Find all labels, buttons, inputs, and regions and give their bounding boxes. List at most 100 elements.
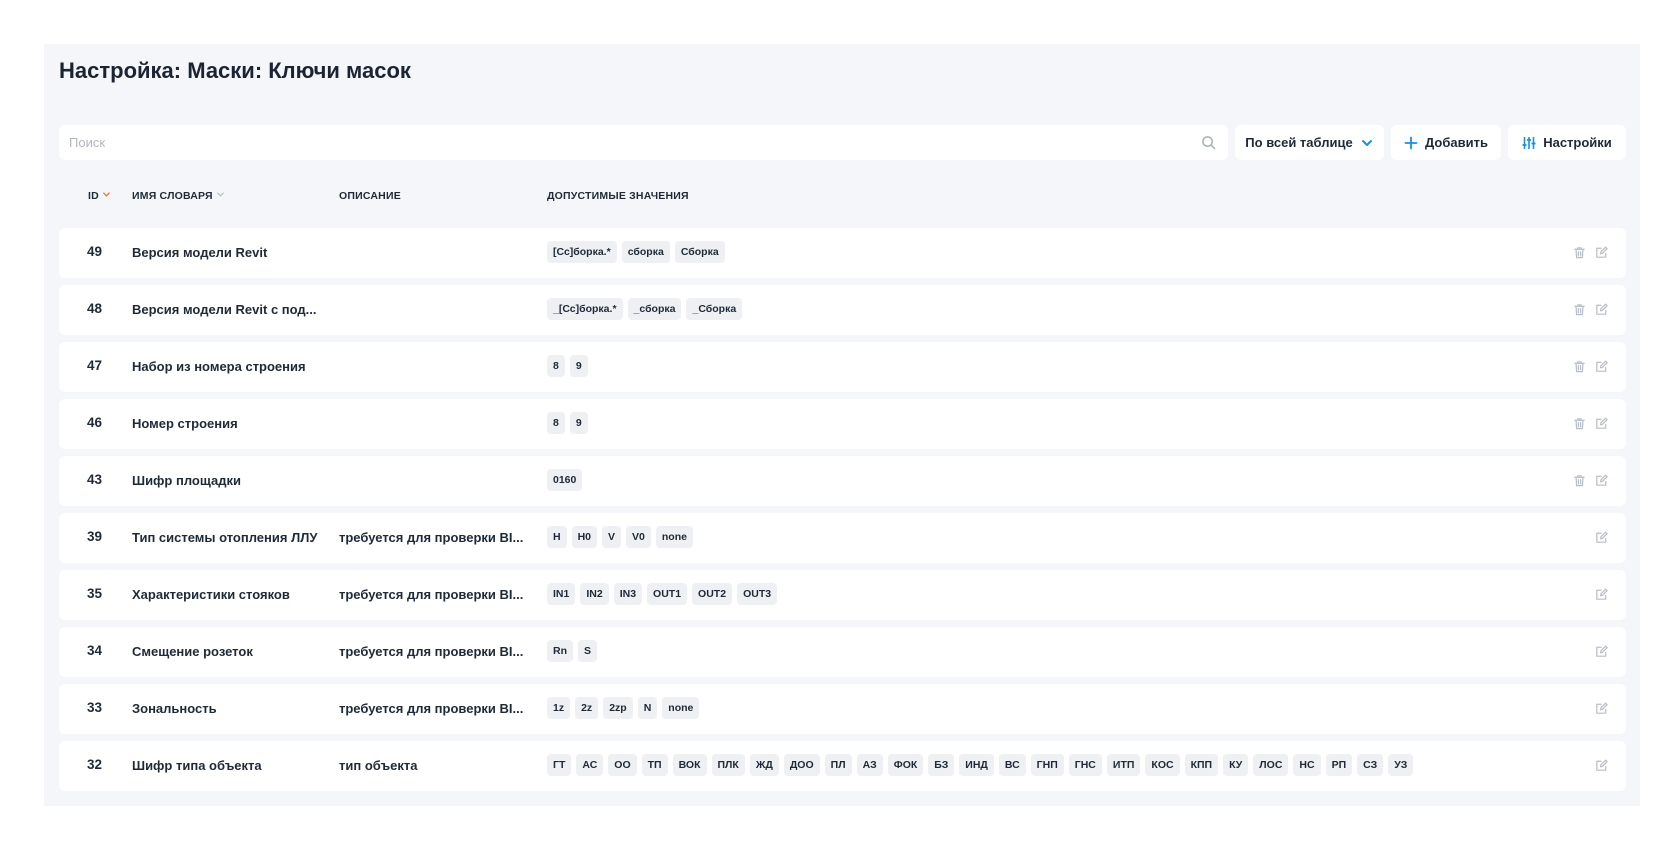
edit-icon[interactable] bbox=[1594, 644, 1610, 660]
edit-icon[interactable] bbox=[1594, 701, 1610, 717]
value-tag: IN2 bbox=[580, 583, 609, 605]
sort-desc-icon[interactable] bbox=[102, 190, 111, 202]
edit-icon[interactable] bbox=[1594, 359, 1610, 375]
table-row[interactable]: 48 Версия модели Revit с под... _[Сс]борка… bbox=[59, 285, 1626, 335]
table-row[interactable]: 43 Шифр площадки 0160 bbox=[59, 456, 1626, 506]
table-row[interactable]: 46 Номер строения 8 9 bbox=[59, 399, 1626, 449]
settings-button[interactable]: Настройки bbox=[1508, 125, 1626, 160]
table-row[interactable]: 34 Смещение розеток требуется для проверки… bbox=[59, 627, 1626, 677]
scope-dropdown[interactable]: По всей таблице bbox=[1235, 125, 1384, 160]
value-tag: ВОК bbox=[672, 754, 707, 776]
row-description: требуется для проверки BI... bbox=[339, 701, 524, 716]
value-tag: РП bbox=[1325, 754, 1353, 776]
value-tag: _сборка bbox=[627, 298, 682, 320]
value-tag: 8 bbox=[547, 355, 565, 377]
value-tag: сборка bbox=[621, 241, 670, 263]
value-tag: [Сс]борка.* bbox=[547, 241, 617, 263]
column-header-description: ОПИСАНИЕ bbox=[339, 190, 401, 202]
row-description: требуется для проверки BI... bbox=[339, 587, 524, 602]
scope-dropdown-label: По всей таблице bbox=[1245, 135, 1353, 150]
row-actions bbox=[1572, 416, 1610, 432]
edit-icon[interactable] bbox=[1594, 473, 1610, 489]
value-tag: 0160 bbox=[547, 469, 583, 491]
row-allowed-values: 89 bbox=[547, 412, 588, 434]
value-tag: 2z bbox=[575, 697, 599, 719]
row-id: 49 bbox=[87, 244, 103, 259]
value-tag: КОС bbox=[1145, 754, 1180, 776]
value-tag: КПП bbox=[1184, 754, 1219, 776]
row-allowed-values: [Сс]борка.* сборка Сборка bbox=[547, 241, 725, 263]
table-row[interactable]: 39 Тип системы отопления ЛЛУ требуется для… bbox=[59, 513, 1626, 563]
row-dictionary-name: Смещение розеток bbox=[132, 644, 253, 659]
trash-icon[interactable] bbox=[1572, 302, 1588, 318]
row-actions bbox=[1572, 359, 1610, 375]
row-id: 33 bbox=[87, 700, 103, 715]
edit-icon[interactable] bbox=[1594, 416, 1610, 432]
sort-icon[interactable] bbox=[216, 190, 225, 202]
value-tag: ИНД bbox=[959, 754, 994, 776]
value-tag: ГНП bbox=[1030, 754, 1064, 776]
value-tag: N bbox=[637, 697, 658, 719]
row-allowed-values: IN1 IN2 IN3 OUT1 OUT2 OUT3 bbox=[547, 583, 778, 605]
value-tag: S bbox=[578, 640, 598, 662]
table-body: 49 Версия модели Revit [Сс]борка.* сборка Сб… bbox=[59, 228, 1626, 798]
edit-icon[interactable] bbox=[1594, 587, 1610, 603]
row-dictionary-name: Набор из номера строения bbox=[132, 359, 306, 374]
table-row[interactable]: 47 Набор из номера строения 8 9 bbox=[59, 342, 1626, 392]
plus-icon bbox=[1404, 136, 1418, 150]
value-tag: _[Сс]борка.* bbox=[547, 298, 623, 320]
add-button[interactable]: Добавить bbox=[1391, 125, 1501, 160]
row-allowed-values: 89 bbox=[547, 355, 588, 377]
value-tag: H bbox=[547, 526, 567, 548]
row-id: 32 bbox=[87, 757, 103, 772]
value-tag: 8 bbox=[547, 412, 565, 434]
table-row[interactable]: 32 Шифр типа объекта тип объекта ГТ АС ОО ТП ВО… bbox=[59, 741, 1626, 791]
value-tag: ТП bbox=[641, 754, 668, 776]
value-tag: ПЛ bbox=[824, 754, 852, 776]
row-dictionary-name: Шифр типа объекта bbox=[132, 758, 262, 773]
value-tag: Сборка bbox=[674, 241, 725, 263]
table-header: ID ИМЯ СЛОВАРЯ ОПИСАНИЕ ДОПУСТИМЫЕ ЗНАЧЕ… bbox=[59, 190, 1626, 210]
row-allowed-values: Rn S bbox=[547, 640, 598, 662]
value-tag: СЗ bbox=[1357, 754, 1384, 776]
search-input[interactable] bbox=[59, 125, 1228, 160]
value-tag: УЗ bbox=[1388, 754, 1414, 776]
trash-icon[interactable] bbox=[1572, 473, 1588, 489]
edit-icon[interactable] bbox=[1594, 245, 1610, 261]
value-tag: V0 bbox=[626, 526, 651, 548]
column-header-id[interactable]: ID bbox=[88, 190, 111, 202]
row-actions bbox=[1594, 758, 1610, 774]
edit-icon[interactable] bbox=[1594, 302, 1610, 318]
value-tag: ЖД bbox=[749, 754, 779, 776]
value-tag: 9 bbox=[569, 355, 588, 377]
row-dictionary-name: Номер строения bbox=[132, 416, 238, 431]
value-tag: 2zp bbox=[603, 697, 633, 719]
edit-icon[interactable] bbox=[1594, 530, 1610, 546]
value-tag: ИТП bbox=[1106, 754, 1141, 776]
edit-icon[interactable] bbox=[1594, 758, 1610, 774]
sliders-icon bbox=[1522, 136, 1536, 150]
value-tag: H0 bbox=[571, 526, 598, 548]
row-actions bbox=[1594, 644, 1610, 660]
row-dictionary-name: Тип системы отопления ЛЛУ bbox=[132, 530, 318, 545]
row-id: 43 bbox=[87, 472, 103, 487]
search-icon[interactable] bbox=[1201, 135, 1216, 150]
table-row[interactable]: 49 Версия модели Revit [Сс]борка.* сборка Сб… bbox=[59, 228, 1626, 278]
column-header-description-label: ОПИСАНИЕ bbox=[339, 190, 401, 202]
column-header-name[interactable]: ИМЯ СЛОВАРЯ bbox=[132, 190, 225, 202]
value-tag: ГТ bbox=[547, 754, 572, 776]
table-row[interactable]: 33 Зональность требуется для проверки BI..… bbox=[59, 684, 1626, 734]
trash-icon[interactable] bbox=[1572, 245, 1588, 261]
trash-icon[interactable] bbox=[1572, 416, 1588, 432]
row-actions bbox=[1572, 245, 1610, 261]
row-dictionary-name: Характеристики стояков bbox=[132, 587, 290, 602]
column-header-values: ДОПУСТИМЫЕ ЗНАЧЕНИЯ bbox=[547, 190, 689, 202]
search-box[interactable] bbox=[59, 125, 1228, 160]
row-allowed-values: 0160 bbox=[547, 469, 583, 491]
table-row[interactable]: 35 Характеристики стояков требуется для пр… bbox=[59, 570, 1626, 620]
add-button-label: Добавить bbox=[1425, 135, 1488, 150]
toolbar: По всей таблице Добавить bbox=[59, 125, 1626, 160]
trash-icon[interactable] bbox=[1572, 359, 1588, 375]
value-tag: OUT1 bbox=[647, 583, 688, 605]
row-id: 35 bbox=[87, 586, 103, 601]
